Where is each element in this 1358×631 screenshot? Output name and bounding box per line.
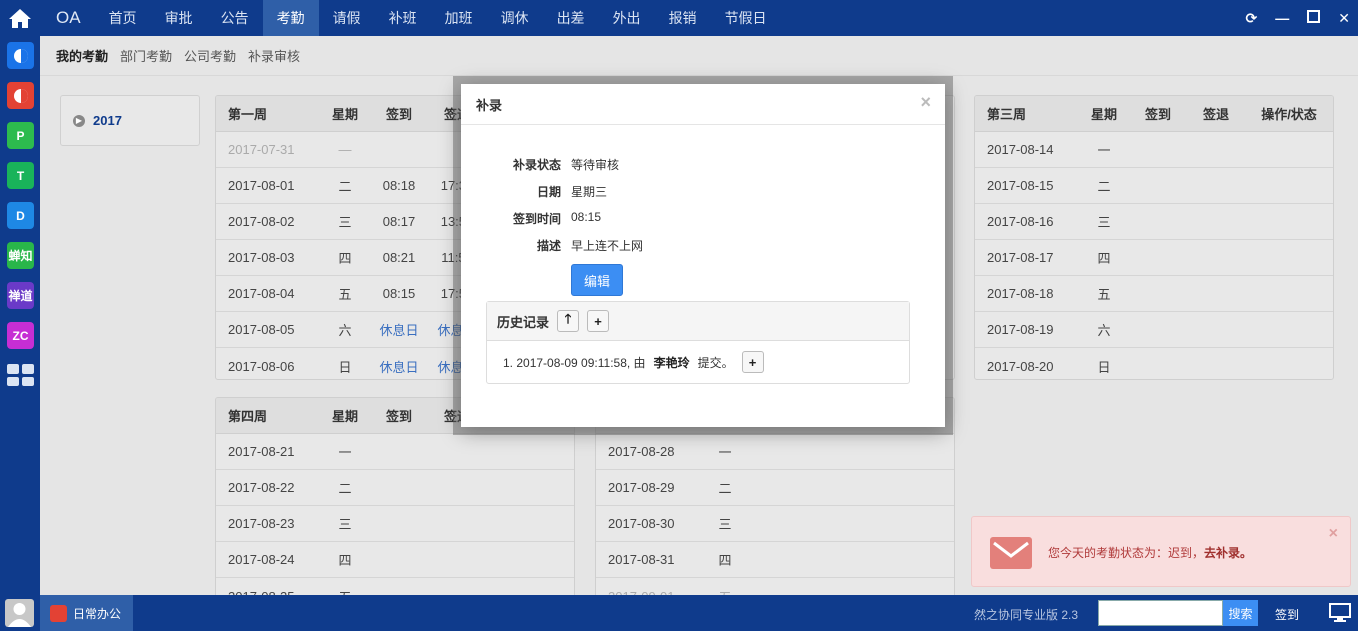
modal-close-icon[interactable]: ×	[920, 92, 931, 113]
search-input[interactable]	[1098, 600, 1223, 626]
plus-icon[interactable]: +	[587, 310, 610, 332]
edit-button[interactable]: 编辑	[571, 264, 623, 296]
desktop-icon[interactable]	[1329, 603, 1351, 626]
field-value: 星期三	[571, 185, 608, 199]
field-value: 早上连不上网	[571, 239, 644, 253]
field-value: 等待审核	[571, 158, 620, 172]
taskbar-item[interactable]: 日常办公	[40, 595, 133, 631]
search-button[interactable]: 搜索	[1223, 600, 1258, 626]
plus-icon[interactable]: +	[741, 351, 764, 373]
history-user: 李艳玲	[653, 355, 690, 370]
attendance-notice: 您今天的考勤状态为：迟到，去补录。 ×	[971, 516, 1351, 587]
field-value: 08:15	[571, 210, 602, 224]
form-row: 补录状态 等待审核	[461, 156, 945, 173]
history-panel: 历史记录 🡑 + 1. 2017-08-09 09:11:58, 由 李艳玲 提…	[486, 301, 910, 384]
supplement-link[interactable]: 去补录。	[1204, 546, 1252, 560]
form-row: 描述 早上连不上网	[461, 237, 945, 254]
version-label: 然之协同专业版 2.3	[974, 608, 1079, 622]
field-label: 补录状态	[512, 158, 561, 172]
supplement-modal: 补录 × 补录状态 等待审核 日期 星期三 签到时间 08:15 描述 早上连不上网 编辑 历…	[461, 84, 945, 427]
half-circle-app-icon	[50, 604, 67, 622]
field-label: 签到时间	[512, 212, 561, 226]
form-row: 签到时间 08:15	[461, 210, 945, 227]
form-row: 日期 星期三	[461, 183, 945, 200]
mail-icon	[990, 537, 1032, 569]
avatar[interactable]	[5, 599, 34, 627]
bottom-bar: 日常办公 然之协同专业版 2.3 搜索 签到	[0, 595, 1358, 631]
field-label: 描述	[536, 239, 561, 253]
taskbar-label: 日常办公	[73, 606, 122, 621]
signin-button[interactable]: 签到	[1275, 606, 1299, 623]
arrow-up-icon[interactable]: 🡑	[557, 310, 580, 332]
field-label: 日期	[536, 185, 561, 199]
history-entry: 1. 2017-08-09 09:11:58, 由 李艳玲 提交。 +	[487, 341, 909, 383]
history-title: 历史记录	[497, 314, 550, 330]
notice-text: 您今天的考勤状态为：迟到，	[1048, 546, 1205, 560]
modal-title: 补录	[461, 84, 945, 125]
notice-close-icon[interactable]: ×	[1329, 525, 1338, 543]
